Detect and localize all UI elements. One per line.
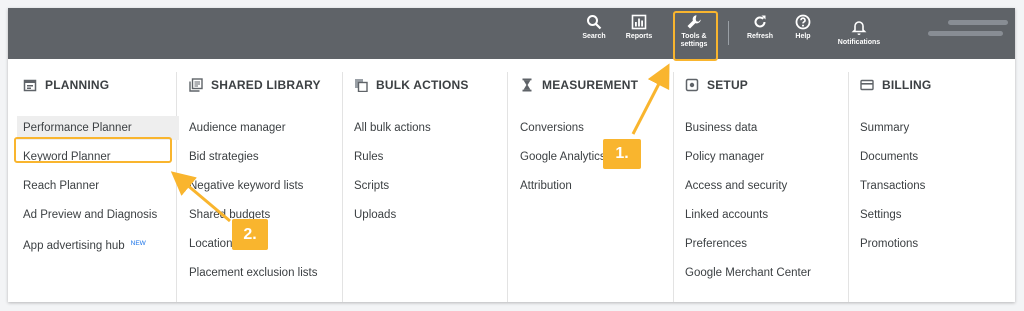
tools-menu-panel: Search Reports Tools & settings Refresh … (8, 8, 1015, 302)
arrow-step1 (631, 63, 670, 135)
step-2-badge: 2. (232, 219, 268, 250)
arrow-step2 (170, 171, 231, 223)
annotation-arrows (170, 63, 670, 223)
step-1-badge: 1. (603, 139, 641, 169)
